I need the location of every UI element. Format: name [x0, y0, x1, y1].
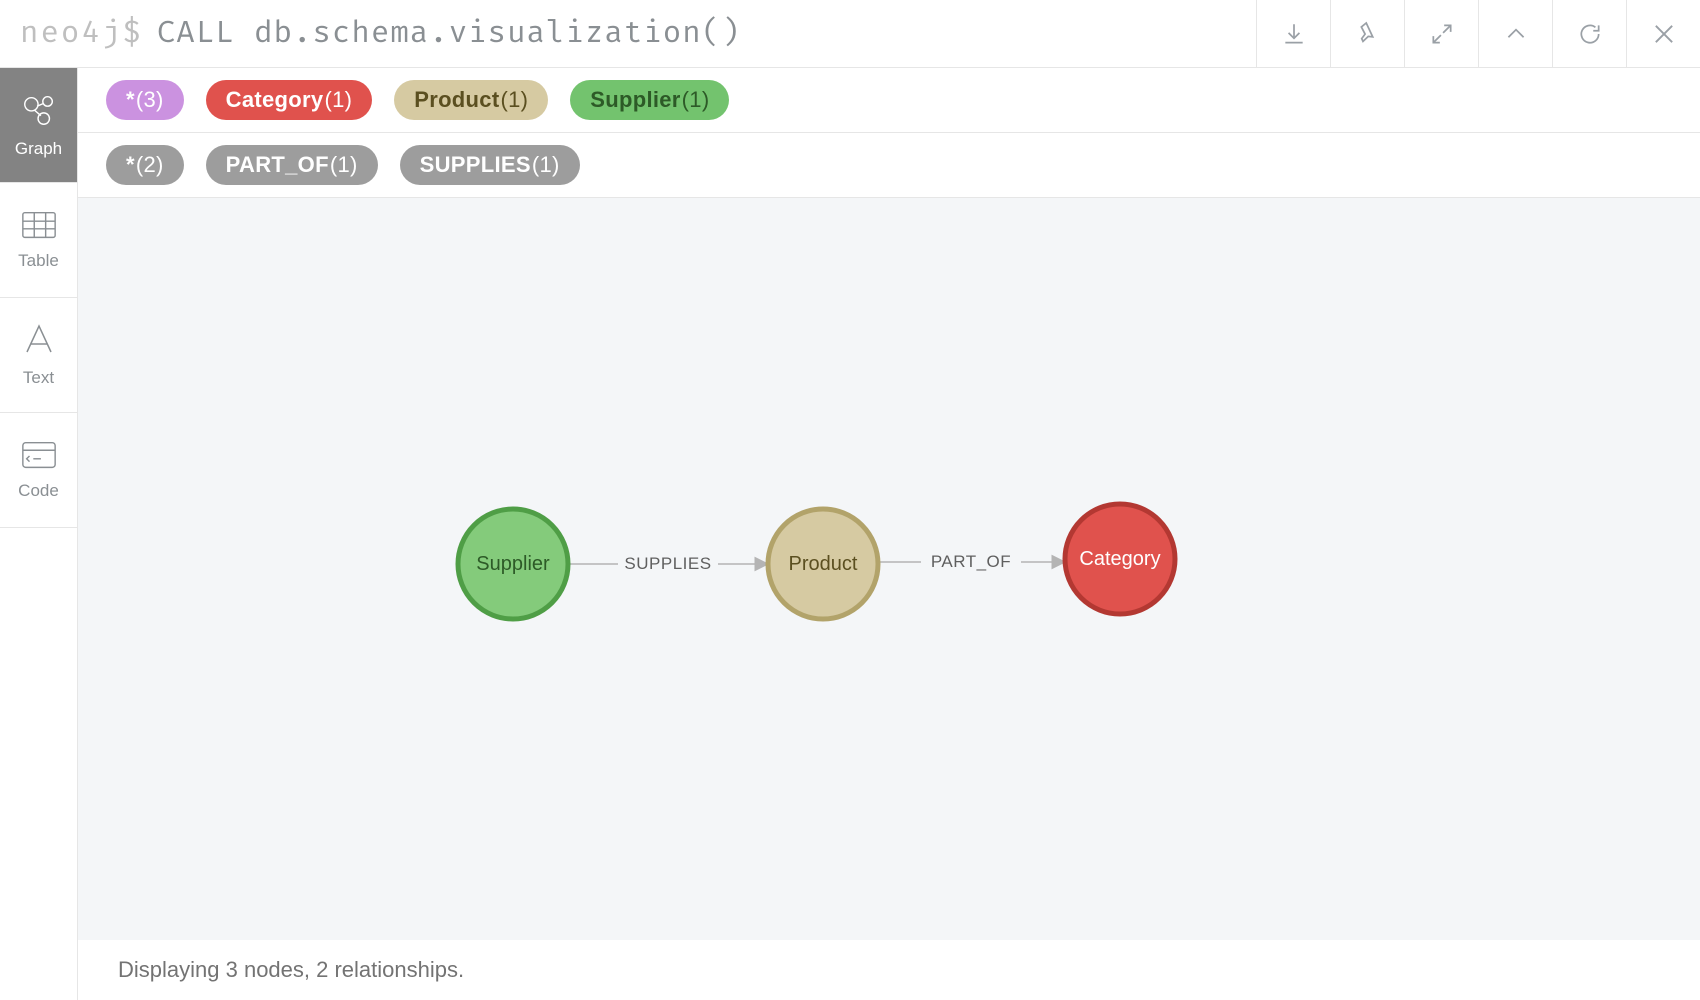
- download-button[interactable]: [1256, 0, 1330, 67]
- code-icon: [20, 439, 58, 471]
- rel-pill-supplies[interactable]: SUPPLIES(1): [400, 145, 580, 185]
- chevron-up-icon: [1503, 21, 1529, 47]
- view-sidebar: Graph Table Text Code: [0, 68, 78, 1000]
- label-pill-product[interactable]: Product(1): [394, 80, 548, 120]
- pill-count: (3): [136, 87, 164, 113]
- sidebar-item-graph[interactable]: Graph: [0, 68, 77, 183]
- sidebar-item-code[interactable]: Code: [0, 413, 77, 528]
- node-product[interactable]: Product: [768, 509, 878, 619]
- rel-pill-all[interactable]: *(2): [106, 145, 184, 185]
- sidebar-item-label: Table: [18, 251, 59, 271]
- pill-count: (2): [136, 152, 164, 178]
- node-label: Product: [789, 553, 858, 575]
- close-button[interactable]: [1626, 0, 1700, 67]
- graph-svg: SUPPLIES PART_OF Supplier Product Category: [78, 198, 1700, 940]
- sidebar-item-text[interactable]: Text: [0, 298, 77, 413]
- status-footer: Displaying 3 nodes, 2 relationships.: [78, 940, 1700, 1000]
- node-category[interactable]: Category: [1065, 504, 1175, 614]
- edge-label: SUPPLIES: [624, 554, 711, 573]
- query-bar: neo4j$ CALL db.schema.visualization(): [0, 0, 1700, 68]
- pin-button[interactable]: [1330, 0, 1404, 67]
- node-label: Category: [1079, 548, 1160, 570]
- sidebar-item-label: Code: [18, 481, 59, 501]
- node-supplier[interactable]: Supplier: [458, 509, 568, 619]
- pill-name: *: [126, 87, 135, 113]
- pill-count: (1): [330, 152, 358, 178]
- download-icon: [1281, 21, 1307, 47]
- edge-label: PART_OF: [931, 552, 1011, 571]
- pill-count: (1): [500, 87, 528, 113]
- prompt-label: neo4j$: [20, 15, 143, 52]
- pill-name: Supplier: [590, 87, 680, 113]
- expand-icon: [1429, 21, 1455, 47]
- legend: *(3) Category(1) Product(1) Supplier(1) …: [78, 68, 1700, 198]
- label-pill-category[interactable]: Category(1): [206, 80, 373, 120]
- collapse-button[interactable]: [1478, 0, 1552, 67]
- pill-name: SUPPLIES: [420, 152, 531, 178]
- pin-icon: [1355, 21, 1381, 47]
- query-text[interactable]: CALL db.schema.visualization(): [157, 15, 1256, 52]
- rel-pill-part-of[interactable]: PART_OF(1): [206, 145, 378, 185]
- rerun-icon: [1577, 21, 1603, 47]
- pill-count: (1): [324, 87, 352, 113]
- expand-button[interactable]: [1404, 0, 1478, 67]
- status-text: Displaying 3 nodes, 2 relationships.: [118, 957, 464, 983]
- graph-icon: [20, 91, 58, 129]
- table-icon: [20, 209, 58, 241]
- graph-canvas[interactable]: SUPPLIES PART_OF Supplier Product Category: [78, 198, 1700, 940]
- pill-name: Category: [226, 87, 324, 113]
- result-toolbar: [1256, 0, 1700, 67]
- pill-name: *: [126, 152, 135, 178]
- edge-supplies[interactable]: SUPPLIES: [568, 554, 768, 573]
- node-label: Supplier: [476, 553, 550, 575]
- close-icon: [1650, 20, 1678, 48]
- sidebar-item-label: Text: [23, 368, 54, 388]
- label-pill-supplier[interactable]: Supplier(1): [570, 80, 729, 120]
- sidebar-item-table[interactable]: Table: [0, 183, 77, 298]
- rerun-button[interactable]: [1552, 0, 1626, 67]
- rel-types-row: *(2) PART_OF(1) SUPPLIES(1): [78, 132, 1700, 197]
- text-icon: [21, 322, 57, 358]
- pill-name: PART_OF: [226, 152, 329, 178]
- node-labels-row: *(3) Category(1) Product(1) Supplier(1): [78, 68, 1700, 132]
- pill-count: (1): [532, 152, 560, 178]
- edge-part-of[interactable]: PART_OF: [878, 552, 1065, 571]
- label-pill-all[interactable]: *(3): [106, 80, 184, 120]
- pill-name: Product: [414, 87, 499, 113]
- pill-count: (1): [682, 87, 710, 113]
- sidebar-item-label: Graph: [15, 139, 62, 159]
